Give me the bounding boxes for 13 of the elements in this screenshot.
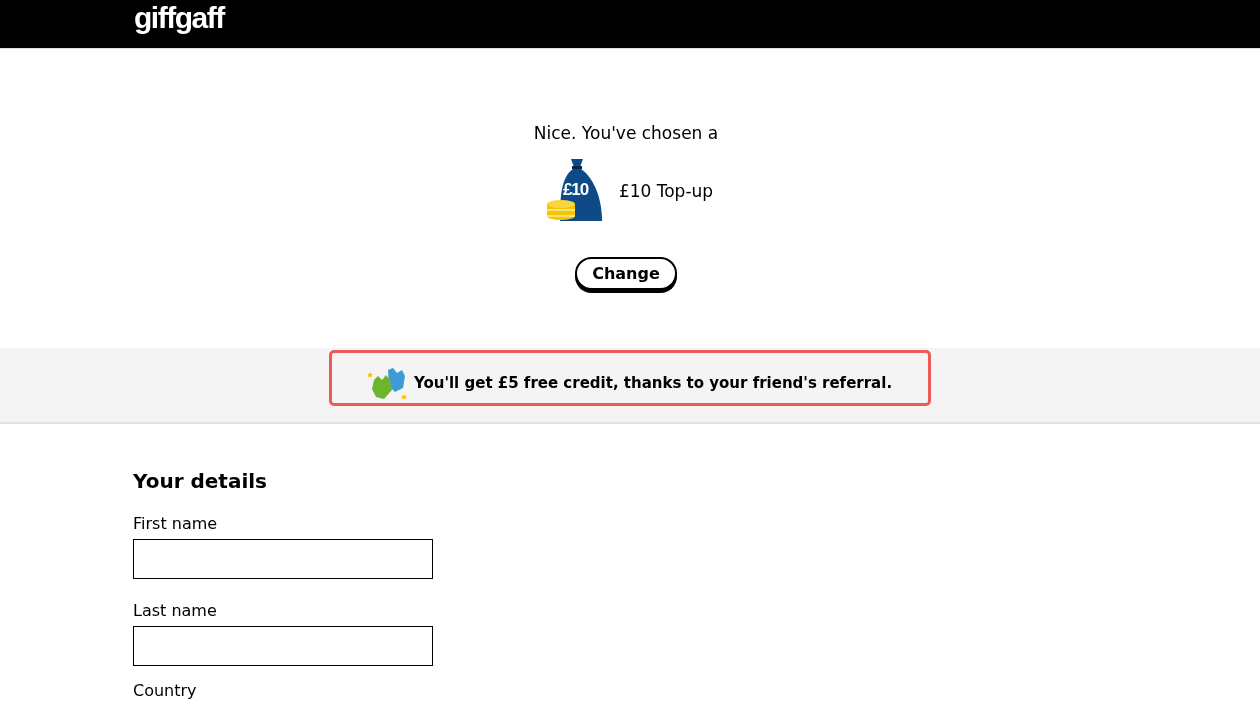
change-button[interactable]: Change [575, 257, 677, 290]
field-label: Country [133, 682, 198, 700]
high-five-icon [367, 366, 408, 400]
field-label: First name [133, 514, 219, 534]
logo[interactable]: giffgaff [134, 0, 224, 36]
intro-text: Nice. You've chosen a [533, 122, 719, 145]
input-field[interactable] [133, 539, 433, 579]
section-heading: Your details [133, 468, 268, 494]
bag-amount: £10 [562, 180, 589, 200]
input-field[interactable] [133, 626, 433, 666]
field-label: Last name [133, 601, 218, 621]
product-name: £10 Top-up [618, 181, 714, 201]
referral-message: You'll get £5 free credit, thanks to your friend's referral. [413, 374, 893, 392]
